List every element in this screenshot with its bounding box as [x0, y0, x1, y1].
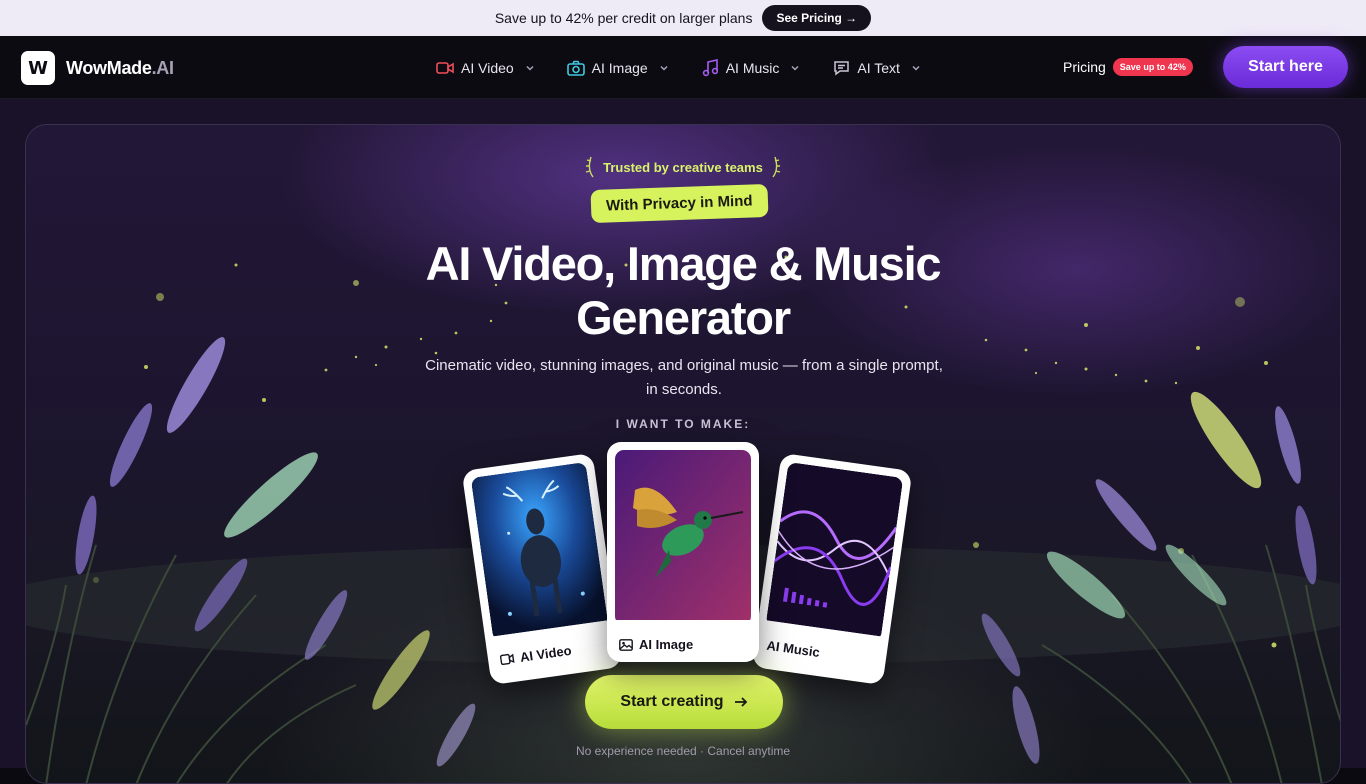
logo-text: WowMade.AI [66, 58, 174, 79]
trusted-badge: Trusted by creative teams [26, 155, 1340, 179]
privacy-pill: With Privacy in Mind [590, 183, 769, 224]
card-ai-image[interactable]: AI Image [607, 442, 759, 662]
video-icon [436, 59, 454, 77]
see-pricing-button[interactable]: See Pricing → [762, 5, 872, 31]
promo-bar: Save up to 42% per credit on larger plan… [0, 0, 1366, 36]
promo-text: Save up to 42% per credit on larger plan… [494, 10, 753, 26]
chevron-down-icon [791, 65, 799, 71]
pricing-badge: Save up to 42% [1112, 58, 1193, 76]
nav-ai-video[interactable]: AI Video [436, 59, 536, 77]
nav-label: AI Image [591, 59, 648, 76]
card-label-text: AI Video [519, 642, 573, 665]
hero-stage: Trusted by creative teams With Privacy i… [0, 99, 1366, 784]
card-label: AI Image [615, 625, 751, 652]
start-creating-button[interactable]: Start creating [585, 675, 783, 729]
nav-label: AI Text [857, 59, 900, 76]
card-label-text: AI Image [639, 637, 694, 652]
nav-label: AI Video [461, 59, 514, 76]
nav-ai-music[interactable]: AI Music [701, 58, 802, 77]
headline-line-2: Generator [576, 291, 791, 344]
chat-icon [832, 59, 850, 77]
card-label-text: AI Music [765, 637, 821, 661]
site-header: W WowMade.AI AI Video AI Image AI Music [0, 36, 1366, 99]
video-icon [499, 653, 515, 666]
pricing-label: Pricing [1063, 59, 1106, 75]
logo[interactable]: W WowMade.AI [21, 51, 174, 85]
arrow-right-icon [734, 697, 747, 707]
hero-subtitle: Cinematic video, stunning images, and or… [425, 357, 943, 398]
hummingbird-image [615, 450, 751, 625]
headline-line-1: AI Video, Image & Music [425, 237, 942, 290]
chevron-down-icon [660, 65, 668, 71]
start-here-button[interactable]: Start here [1223, 46, 1348, 88]
hero-note: No experience needed · Cancel anytime [575, 744, 791, 758]
want-to-make-label: I WANT TO MAKE: [615, 417, 751, 431]
cta-label: Start creating [620, 693, 724, 710]
logo-suffix: .AI [151, 57, 174, 78]
nav-label: AI Music [725, 59, 780, 76]
laurel-right-icon [772, 156, 781, 178]
pricing-link[interactable]: Pricing Save up to 42% [1063, 58, 1193, 76]
trusted-text: Trusted by creative teams [603, 159, 763, 175]
nav-ai-text[interactable]: AI Text [832, 59, 922, 77]
logo-name: WowMade [66, 57, 152, 78]
hero-section: Trusted by creative teams With Privacy i… [25, 124, 1341, 784]
main-nav: AI Video AI Image AI Music AI Text [436, 36, 953, 99]
music-wave-image [766, 461, 904, 642]
music-note-icon [701, 58, 719, 77]
nav-ai-image[interactable]: AI Image [566, 59, 670, 77]
deer-image [470, 461, 609, 642]
hero-headline: AI Video, Image & Music Generator [26, 237, 1340, 345]
image-icon [619, 638, 633, 651]
laurel-left-icon [585, 156, 594, 178]
chevron-down-icon [912, 65, 920, 71]
logo-mark: W [21, 51, 55, 85]
chevron-down-icon [526, 65, 534, 71]
camera-icon [566, 59, 585, 77]
